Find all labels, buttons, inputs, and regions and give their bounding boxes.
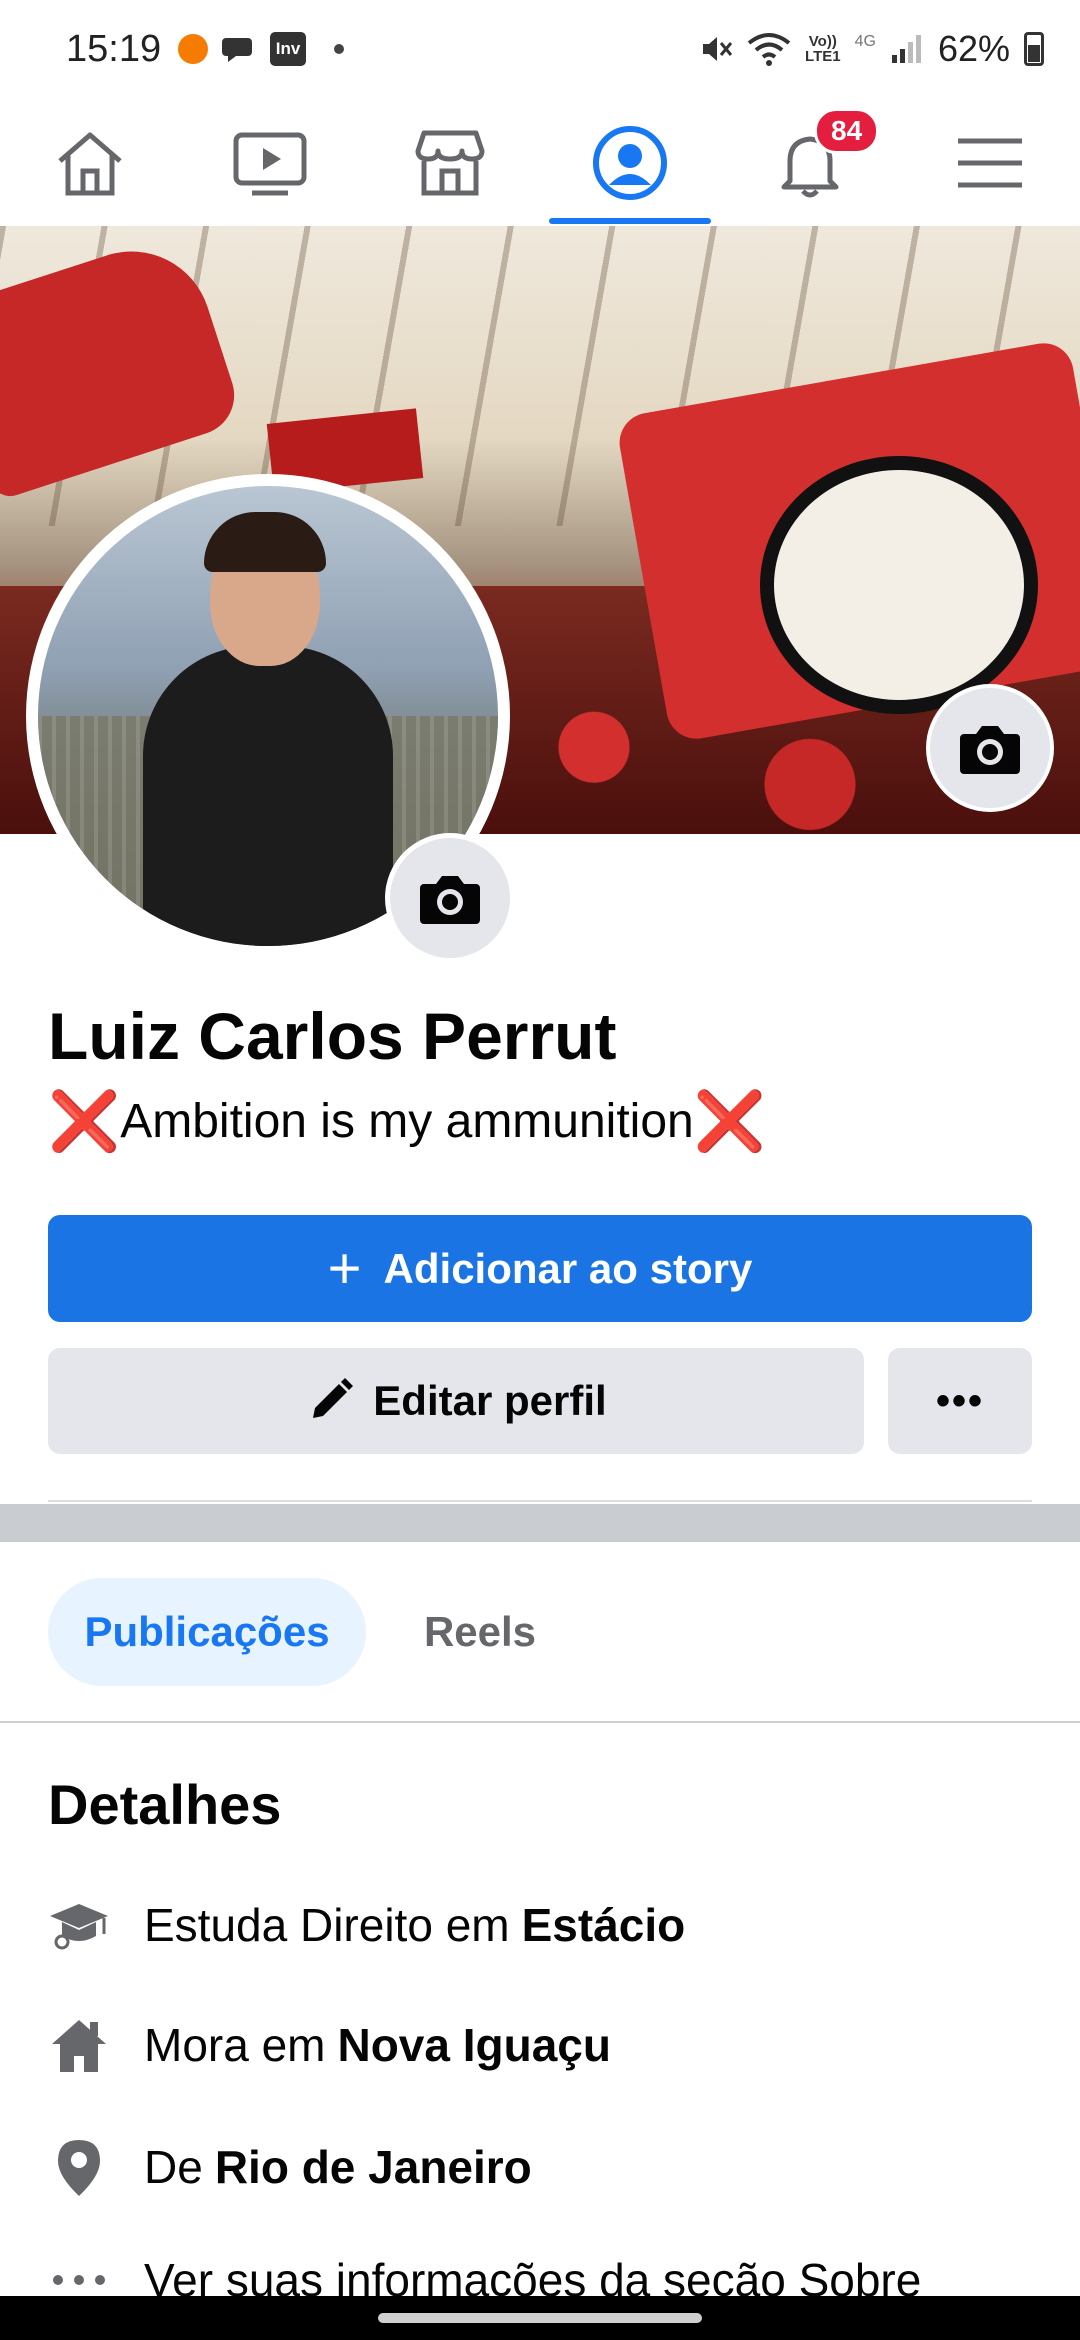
bio-emoji-left: ❌ xyxy=(48,1088,121,1154)
edit-cover-button[interactable] xyxy=(930,688,1050,808)
graduation-cap-icon xyxy=(48,1894,110,1956)
inv-app-icon: Inv xyxy=(270,32,306,66)
mute-icon xyxy=(703,37,733,61)
lte-label: LTE1 xyxy=(805,48,841,65)
from-place: Rio de Janeiro xyxy=(214,2141,532,2193)
detail-from[interactable]: De Rio de Janeiro xyxy=(48,2132,1048,2202)
volte-label: Vo)) xyxy=(808,33,837,50)
top-navigation xyxy=(0,100,1080,228)
active-tab-indicator xyxy=(549,218,711,224)
signal-icon xyxy=(891,35,921,63)
flag-emblem xyxy=(760,456,1038,714)
avatar-person-hair xyxy=(204,512,326,572)
volte-indicator: Vo)) LTE1 xyxy=(805,34,841,64)
section-separator xyxy=(0,1504,1080,1542)
edit-profile-label: Editar perfil xyxy=(373,1377,607,1424)
wifi-icon xyxy=(747,33,791,66)
battery-percent: 62% xyxy=(937,28,1010,69)
avatar-person-body xyxy=(143,646,393,946)
profile-name: Luiz Carlos Perrut xyxy=(48,999,617,1073)
home-icon xyxy=(58,132,122,196)
app-notification-icon xyxy=(178,34,208,64)
bio-emoji-right: ❌ xyxy=(693,1088,766,1154)
divider xyxy=(48,1500,1032,1502)
store-icon xyxy=(415,130,485,196)
plus-icon: + xyxy=(327,1235,362,1301)
profile-icon xyxy=(593,126,667,200)
nav-menu[interactable] xyxy=(910,100,1070,226)
more-notifications-dot xyxy=(334,44,344,54)
education-place: Estácio xyxy=(521,1899,686,1951)
edit-profile-picture-button[interactable] xyxy=(390,838,510,958)
detail-lives-in[interactable]: Mora em Nova Iguaçu xyxy=(48,2010,1048,2080)
nav-profile[interactable] xyxy=(550,100,710,226)
lives-place: Nova Iguaçu xyxy=(337,2019,611,2071)
tab-reels[interactable]: Reels xyxy=(400,1578,560,1686)
nav-home[interactable] xyxy=(10,100,170,226)
system-icons: Vo)) LTE1 4G 62% xyxy=(699,28,1044,70)
house-icon xyxy=(48,2014,110,2076)
from-prefix: De xyxy=(144,2141,203,2193)
status-time: 15:19 xyxy=(66,28,162,70)
video-icon xyxy=(233,132,307,196)
location-pin-icon xyxy=(48,2136,110,2198)
notification-badge: 84 xyxy=(814,108,880,154)
nav-watch[interactable] xyxy=(190,100,350,226)
camera-icon xyxy=(420,876,480,924)
details-heading: Detalhes xyxy=(48,1773,282,1836)
profile-bio: ❌ Ambition is my ammunition ❌ xyxy=(48,1088,766,1154)
chat-icon xyxy=(222,38,252,62)
hamburger-icon xyxy=(958,138,1022,188)
network-type: 4G xyxy=(854,33,876,50)
notification-icons: Inv xyxy=(178,32,344,66)
bio-text: Ambition is my ammunition xyxy=(120,1095,694,1148)
camera-icon xyxy=(960,726,1020,774)
more-options-button[interactable]: ••• xyxy=(888,1348,1032,1454)
nav-marketplace[interactable] xyxy=(370,100,530,226)
home-gesture-handle[interactable] xyxy=(378,2313,702,2323)
detail-education[interactable]: Estuda Direito em Estácio xyxy=(48,1890,1048,1960)
lives-prefix: Mora em xyxy=(144,2019,326,2071)
edit-profile-button[interactable]: Editar perfil xyxy=(48,1348,864,1454)
pencil-icon xyxy=(313,1378,354,1418)
add-to-story-button[interactable]: + Adicionar ao story xyxy=(48,1215,1032,1322)
add-to-story-label: Adicionar ao story xyxy=(383,1244,753,1292)
status-bar: 15:19 Inv Vo)) LTE1 4G 62% xyxy=(0,0,1080,100)
tab-publicacoes[interactable]: Publicações xyxy=(48,1578,366,1686)
education-prefix: Estuda Direito em xyxy=(144,1899,510,1951)
tabs-divider xyxy=(0,1721,1080,1723)
battery-icon xyxy=(1024,32,1044,66)
